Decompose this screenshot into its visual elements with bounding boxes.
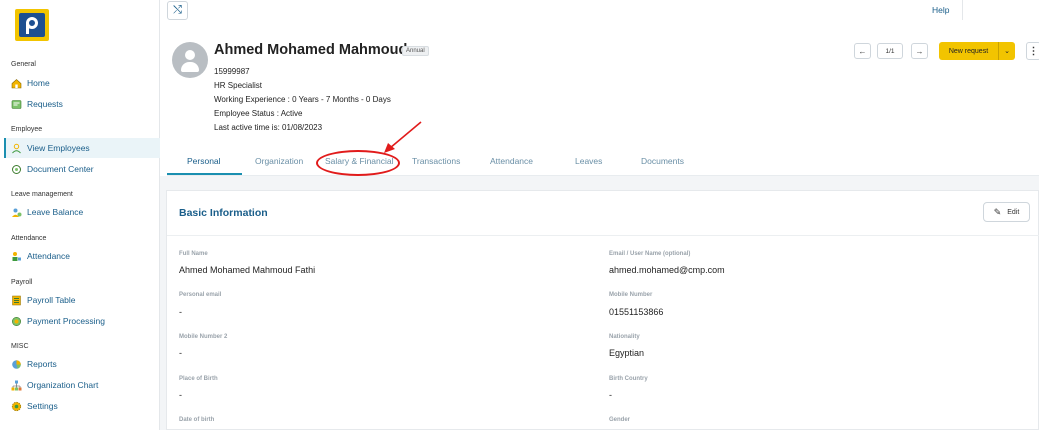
sidebar-item-requests[interactable]: Requests xyxy=(4,94,160,114)
page-indicator: 1/1 xyxy=(877,43,903,59)
more-options-button[interactable]: ⋮ xyxy=(1026,42,1039,60)
field-label-mobile-number: Mobile Number xyxy=(609,292,653,298)
edit-button[interactable]: ✎ Edit xyxy=(983,202,1030,222)
field-value-mobile-number: 01551153866 xyxy=(609,307,664,317)
payment-icon xyxy=(11,316,22,327)
sidebar-item-payment-processing[interactable]: Payment Processing xyxy=(4,311,160,331)
employee-name: Ahmed Mohamed Mahmoud xyxy=(214,42,408,58)
card-divider xyxy=(167,235,1039,236)
section-label-employee: Employee xyxy=(11,126,43,133)
sidebar-item-label: Organization Chart xyxy=(27,380,99,390)
sidebar-item-label: Attendance xyxy=(27,251,71,261)
user-icon xyxy=(11,143,22,154)
document-icon xyxy=(11,164,22,175)
sidebar-item-label: Requests xyxy=(27,99,63,109)
field-label-full-name: Full Name xyxy=(179,251,208,257)
shuffle-icon: ⤭ xyxy=(173,4,182,16)
employee-status: Employee Status : Active xyxy=(214,109,303,118)
sidebar-item-payroll-table[interactable]: Payroll Table xyxy=(4,290,160,310)
employee-id: 15999987 xyxy=(214,67,250,76)
field-value-full-name: Ahmed Mohamed Mahmoud Fathi xyxy=(179,265,316,275)
sidebar-item-label: Home xyxy=(27,78,50,88)
app-logo[interactable] xyxy=(15,9,49,41)
basic-information-card xyxy=(166,190,1039,430)
avatar xyxy=(172,42,208,78)
contract-badge: Annual xyxy=(402,46,429,56)
sidebar-item-label: View Employees xyxy=(27,143,90,153)
switch-view-button[interactable]: ⤭ xyxy=(167,1,188,20)
field-label-place-of-birth: Place of Birth xyxy=(179,376,218,382)
sidebar-item-home[interactable]: Home xyxy=(4,73,160,93)
tab-leaves[interactable]: Leaves xyxy=(575,156,602,166)
kebab-icon: ⋮ xyxy=(1028,45,1039,57)
sidebar-item-document-center[interactable]: Document Center xyxy=(4,159,160,179)
field-label-date-of-birth: Date of birth xyxy=(179,417,215,423)
section-label-misc: MISC xyxy=(11,343,29,350)
employee-experience: Working Experience : 0 Years - 7 Months … xyxy=(214,95,391,104)
sidebar-item-reports[interactable]: Reports xyxy=(4,354,160,374)
sidebar-item-view-employees[interactable]: View Employees xyxy=(4,138,160,158)
field-value-email: ahmed.mohamed@cmp.com xyxy=(609,265,725,275)
section-label-leave-management: Leave management xyxy=(11,191,73,198)
sidebar-item-settings[interactable]: Settings xyxy=(4,396,160,416)
gear-icon xyxy=(11,401,22,412)
section-label-attendance: Attendance xyxy=(11,235,47,242)
sidebar-item-label: Reports xyxy=(27,359,57,369)
arrow-left-icon: ← xyxy=(858,46,867,56)
field-label-mobile-number-2: Mobile Number 2 xyxy=(179,334,228,340)
card-title: Basic Information xyxy=(179,207,268,219)
reports-icon xyxy=(11,359,22,370)
home-icon xyxy=(11,78,22,89)
tab-attendance[interactable]: Attendance xyxy=(490,156,533,166)
sidebar-item-label: Payment Processing xyxy=(27,316,105,326)
prev-employee-button[interactable]: ← xyxy=(854,43,871,59)
sidebar-item-attendance[interactable]: Attendance xyxy=(4,246,160,266)
employee-title: HR Specialist xyxy=(214,81,263,90)
field-value-place-of-birth: - xyxy=(179,390,182,400)
tab-personal[interactable]: Personal xyxy=(187,156,221,166)
sidebar-item-label: Settings xyxy=(27,401,58,411)
edit-label: Edit xyxy=(1007,208,1020,216)
arrow-right-icon: → xyxy=(915,46,924,56)
attendance-icon xyxy=(11,251,22,262)
chevron-down-icon: ⌄ xyxy=(1004,48,1010,55)
field-value-mobile-number-2: - xyxy=(179,348,182,358)
help-link[interactable]: Help xyxy=(932,5,949,15)
requests-icon xyxy=(11,99,22,110)
pencil-icon: ✎ xyxy=(993,206,1002,217)
field-value-personal-email: - xyxy=(179,307,182,317)
annotation-arrow xyxy=(384,121,422,153)
new-request-button[interactable]: New request xyxy=(939,42,998,60)
next-employee-button[interactable]: → xyxy=(911,43,928,59)
field-label-email: Email / User Name (optional) xyxy=(609,251,691,257)
section-label-payroll: Payroll xyxy=(11,279,33,286)
field-value-birth-country: - xyxy=(609,390,612,400)
field-label-gender: Gender xyxy=(609,417,631,423)
topbar-divider xyxy=(962,0,963,20)
tab-organization[interactable]: Organization xyxy=(255,156,303,166)
section-label-general: General xyxy=(11,61,36,68)
sidebar-item-organization-chart[interactable]: Organization Chart xyxy=(4,375,160,395)
payroll-table-icon xyxy=(11,295,22,306)
leave-balance-icon xyxy=(11,207,22,218)
sidebar-item-label: Document Center xyxy=(27,164,94,174)
new-request-dropdown-button[interactable]: ⌄ xyxy=(998,42,1015,60)
field-label-personal-email: Personal email xyxy=(179,292,222,298)
sidebar-item-label: Leave Balance xyxy=(27,207,84,217)
tab-documents[interactable]: Documents xyxy=(641,156,684,166)
field-label-nationality: Nationality xyxy=(609,334,640,340)
sidebar-item-leave-balance[interactable]: Leave Balance xyxy=(4,202,160,222)
sidebar-item-label: Payroll Table xyxy=(27,295,76,305)
org-chart-icon xyxy=(11,380,22,391)
field-label-birth-country: Birth Country xyxy=(609,376,648,382)
employee-last-active: Last active time is: 01/08/2023 xyxy=(214,123,323,132)
sidebar: General Home Requests Employee View Empl… xyxy=(0,0,160,430)
field-value-nationality: Egyptian xyxy=(609,348,645,358)
